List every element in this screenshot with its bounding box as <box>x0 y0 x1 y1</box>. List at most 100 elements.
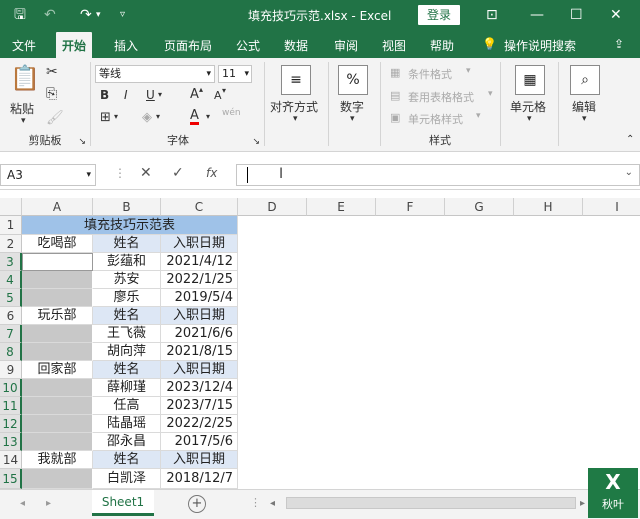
blank-cell[interactable] <box>22 325 93 343</box>
row-header-9[interactable]: 9 <box>0 361 22 379</box>
date-cell[interactable]: 2022/1/25 <box>161 271 238 289</box>
tab-page-layout[interactable]: 页面布局 <box>164 37 212 54</box>
tab-review[interactable]: 审阅 <box>334 37 358 54</box>
select-all-corner[interactable] <box>0 198 22 216</box>
hscroll-right-icon[interactable]: ▸ <box>580 498 585 509</box>
active-cell-a3[interactable] <box>22 253 93 271</box>
chevron-down-icon[interactable]: ▾ <box>350 114 355 124</box>
chevron-down-icon[interactable]: ▾ <box>158 90 162 99</box>
conditional-format-button[interactable]: 条件格式 <box>408 66 452 82</box>
search-icon[interactable]: ⌕ <box>570 65 600 95</box>
cell-styles-button[interactable]: 单元格样式 <box>408 111 463 127</box>
cut-icon[interactable]: ✂ <box>46 64 58 80</box>
underline-button[interactable]: U <box>146 88 155 102</box>
undo-icon[interactable]: ↶ <box>44 5 56 25</box>
chevron-down-icon[interactable]: ▾ <box>582 114 587 124</box>
paste-icon[interactable]: 📋 <box>10 64 40 92</box>
chevron-down-icon[interactable]: ▾ <box>293 114 298 124</box>
name-cell[interactable]: 白凯泽 <box>93 469 161 489</box>
cells-button[interactable]: 单元格 <box>510 98 546 115</box>
header-date-cell[interactable]: 入职日期 <box>161 235 238 253</box>
header-date-cell[interactable]: 入职日期 <box>161 307 238 325</box>
percent-icon[interactable]: % <box>338 65 368 95</box>
italic-button[interactable]: I <box>124 88 128 102</box>
cancel-icon[interactable]: ✕ <box>140 165 152 181</box>
row-header-4[interactable]: 4 <box>0 271 22 289</box>
row-header-12[interactable]: 12 <box>0 415 22 433</box>
sheet-tab-sheet1[interactable]: Sheet1 <box>92 490 154 516</box>
tab-formulas[interactable]: 公式 <box>236 37 260 54</box>
phonetic-guide-button[interactable]: wén <box>222 108 241 118</box>
tab-insert[interactable]: 插入 <box>114 37 138 54</box>
formula-input[interactable]: Ⅰ ⌄ <box>236 164 640 186</box>
department-cell[interactable]: 吃喝部 <box>22 235 93 253</box>
font-launcher-icon[interactable]: ↘ <box>252 137 260 147</box>
share-icon[interactable]: ⇪ <box>614 37 624 51</box>
horizontal-scrollbar[interactable] <box>286 497 576 509</box>
insert-function-button[interactable]: fx <box>206 166 217 180</box>
maximize-icon[interactable]: ☐ <box>570 5 583 25</box>
customize-toolbar-icon[interactable]: ▿ <box>120 5 125 25</box>
row-header-7[interactable]: 7 <box>0 325 22 343</box>
date-cell[interactable]: 2018/12/7 <box>161 469 238 489</box>
tell-me-search[interactable]: 操作说明搜索 <box>504 37 576 54</box>
blank-cell[interactable] <box>22 469 93 489</box>
column-header-f[interactable]: F <box>376 198 445 216</box>
alignment-button[interactable]: 对齐方式 <box>270 98 318 115</box>
expand-formula-icon[interactable]: ⌄ <box>625 167 633 178</box>
font-name-select[interactable]: 等线 ▾ <box>95 65 215 83</box>
cells-icon[interactable]: ▦ <box>515 65 545 95</box>
column-header-e[interactable]: E <box>307 198 376 216</box>
copy-icon[interactable]: ⎘ <box>46 86 57 102</box>
ribbon-display-icon[interactable]: ⊡ <box>486 5 498 25</box>
row-header-3[interactable]: 3 <box>0 253 22 271</box>
name-cell[interactable]: 薛柳瑾 <box>93 379 161 397</box>
scroll-left-icon[interactable]: ◂ <box>20 498 25 509</box>
row-header-6[interactable]: 6 <box>0 307 22 325</box>
row-header-2[interactable]: 2 <box>0 235 22 253</box>
name-cell[interactable]: 邵永昌 <box>93 433 161 451</box>
name-cell[interactable]: 王飞薇 <box>93 325 161 343</box>
redo-dropdown-icon[interactable]: ▾ <box>96 5 101 25</box>
blank-cell[interactable] <box>22 415 93 433</box>
name-cell[interactable]: 陆晶瑶 <box>93 415 161 433</box>
bold-button[interactable]: B <box>100 88 109 102</box>
fill-color-icon[interactable]: ◈ <box>142 110 152 125</box>
chevron-down-icon[interactable]: ▾ <box>527 114 532 124</box>
add-sheet-button[interactable]: + <box>188 495 206 513</box>
date-cell[interactable]: 2021/6/6 <box>161 325 238 343</box>
border-icon[interactable]: ⊞ <box>100 110 111 125</box>
chevron-down-icon[interactable]: ▾ <box>206 112 210 121</box>
header-date-cell[interactable]: 入职日期 <box>161 451 238 469</box>
department-cell[interactable]: 回家部 <box>22 361 93 379</box>
chevron-down-icon[interactable]: ▾ <box>156 112 160 121</box>
decrease-font-button[interactable]: A <box>214 89 222 102</box>
date-cell[interactable]: 2021/8/15 <box>161 343 238 361</box>
row-header-1[interactable]: 1 <box>0 216 22 235</box>
row-header-11[interactable]: 11 <box>0 397 22 415</box>
blank-cell[interactable] <box>22 433 93 451</box>
column-header-b[interactable]: B <box>93 198 161 216</box>
header-date-cell[interactable]: 入职日期 <box>161 361 238 379</box>
row-header-8[interactable]: 8 <box>0 343 22 361</box>
format-as-table-button[interactable]: 套用表格格式 <box>408 89 474 105</box>
enter-icon[interactable]: ✓ <box>172 165 184 181</box>
row-header-15[interactable]: 15 <box>0 469 22 489</box>
tab-file[interactable]: 文件 <box>12 37 36 54</box>
collapse-ribbon-icon[interactable]: ⌃ <box>626 134 634 145</box>
header-name-cell[interactable]: 姓名 <box>93 235 161 253</box>
scroll-right-icon[interactable]: ▸ <box>46 498 51 509</box>
tab-help[interactable]: 帮助 <box>430 37 454 54</box>
paste-dropdown-icon[interactable]: ▾ <box>21 116 26 126</box>
font-size-select[interactable]: 11 ▾ <box>218 65 252 83</box>
save-icon[interactable]: 🖫 <box>14 5 26 25</box>
hscroll-left-icon[interactable]: ◂ <box>270 498 275 509</box>
name-cell[interactable]: 任高 <box>93 397 161 415</box>
column-header-h[interactable]: H <box>514 198 583 216</box>
header-name-cell[interactable]: 姓名 <box>93 307 161 325</box>
split-handle-icon[interactable]: ⋮ <box>250 496 261 509</box>
blank-cell[interactable] <box>22 271 93 289</box>
increase-font-button[interactable]: A <box>190 87 199 102</box>
date-cell[interactable]: 2023/12/4 <box>161 379 238 397</box>
editing-button[interactable]: 编辑 <box>572 98 596 115</box>
